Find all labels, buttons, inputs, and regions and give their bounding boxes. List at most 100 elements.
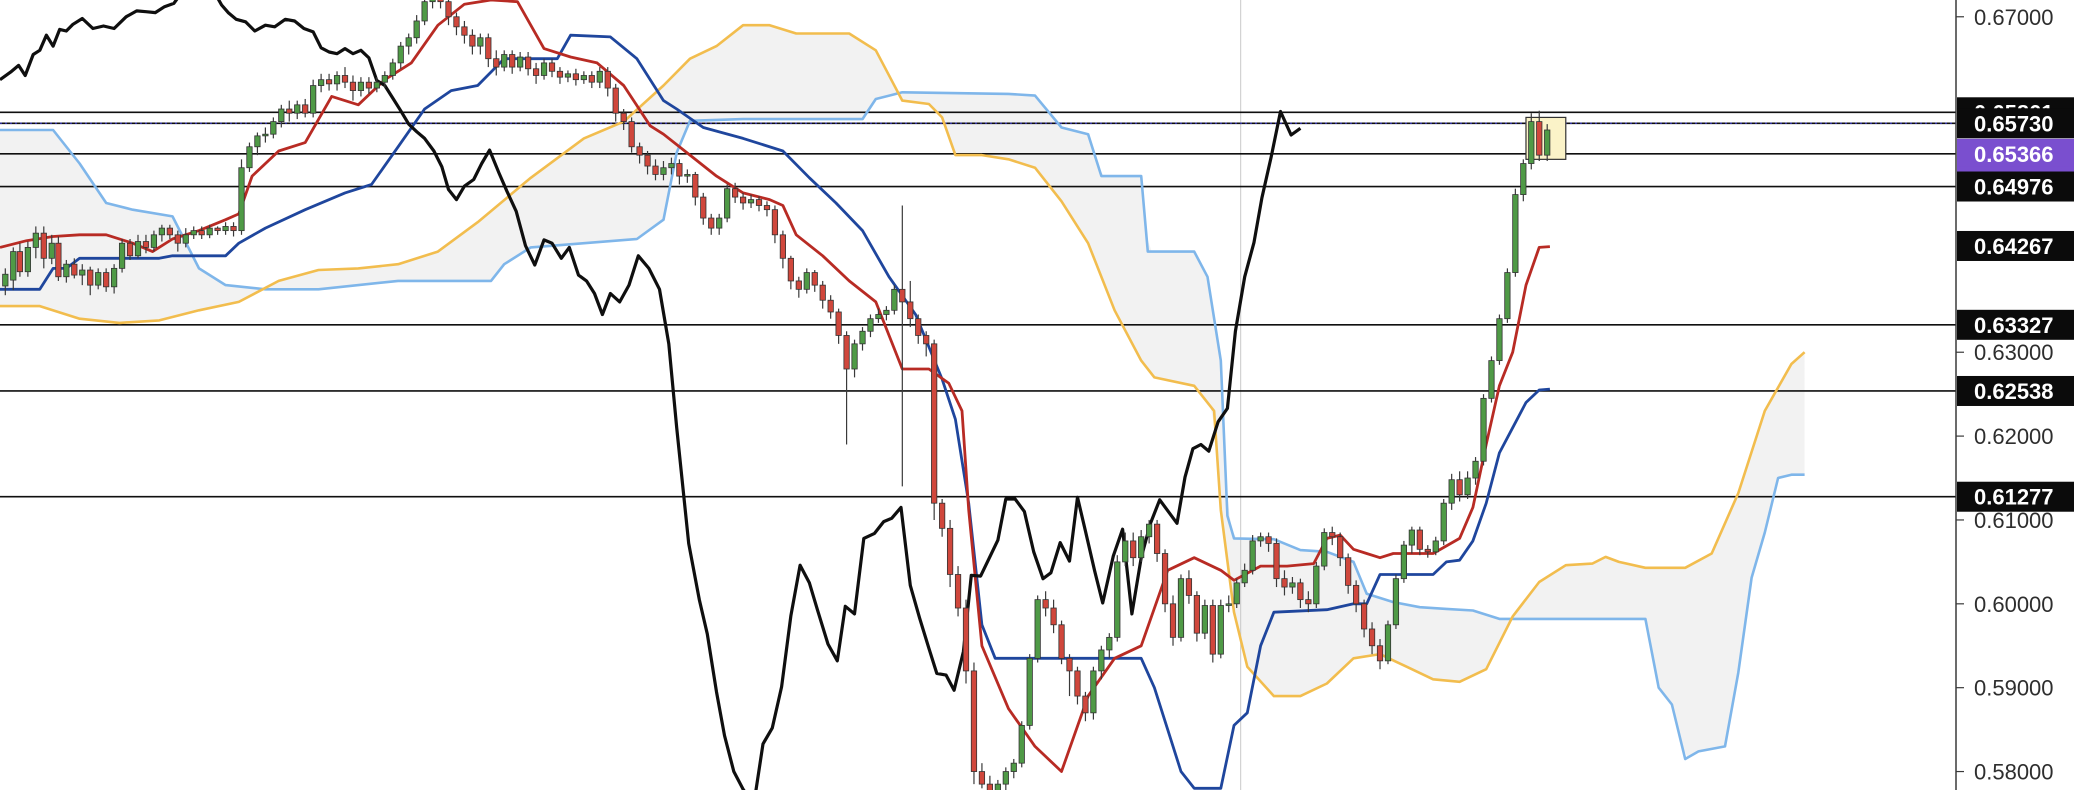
candle-body [994,783,1001,793]
candle-body [40,232,47,259]
candle-bullish [246,142,253,172]
candle-body [429,0,436,3]
candle-bullish [1504,268,1511,323]
candle-body [87,269,94,286]
candle-body [1090,670,1097,714]
candle-body [636,146,643,156]
candle-bullish [1249,535,1256,575]
candle-body [71,263,78,276]
ichimoku-chart[interactable]: 0.67000 0.63000 0.62000 0.61000 0.60000 0.590… [0,0,2074,795]
candle-body [1400,544,1407,580]
candle-body [134,241,142,257]
price-badge-label: 0.63327 [1974,313,2054,338]
candle-body [214,227,221,232]
candle-body [126,242,134,257]
candle-bullish [238,159,245,235]
candle-body [660,167,667,175]
candle-body [413,20,420,39]
candle-body [716,217,723,229]
candle-body [1153,523,1161,554]
candle-body [501,54,508,68]
price-tick-label: 0.59000 [1974,676,2054,701]
candle-body [1392,578,1400,626]
candle-body [668,163,675,169]
candle-body [556,70,564,78]
candle-bullish [1321,528,1328,571]
price-badge-label: 0.64267 [1974,234,2054,259]
candle-bearish [962,599,970,684]
candle-body [111,267,118,288]
candle-body [1321,532,1328,567]
candle-body [1082,695,1089,714]
price-tick-label: 0.63000 [1974,340,2054,365]
candle-body [461,26,468,36]
chart-canvas[interactable]: 0.670000.630000.620000.610000.600000.590… [0,0,2074,795]
candle-body [1146,523,1153,538]
candle-body [1161,553,1169,605]
candle-body [923,335,930,345]
candle-body [771,209,779,236]
candle-body [676,163,683,177]
candle-body [724,188,731,219]
candle-body [1185,578,1193,596]
candle-body [1257,536,1264,542]
candle-body [1480,397,1487,462]
candle-body [907,301,914,320]
candle-body [421,1,428,22]
candle-body [1353,584,1360,605]
candle-body [182,234,189,244]
candle-body [1138,536,1145,559]
candle-body [644,154,651,167]
candle-body [453,16,460,28]
candle-body [739,196,747,204]
candle-body [747,199,755,204]
candle-body [1265,536,1272,544]
candle-body [469,34,476,47]
candle-body [939,502,946,529]
candle-body [1193,595,1200,634]
candle-body [493,58,500,68]
candle-body [628,121,635,148]
price-badge-label: 0.65730 [1974,111,2054,136]
candle-body [1122,540,1129,563]
candle-body [1504,272,1511,320]
candle-bearish [970,662,978,785]
candle-bullish [1392,574,1400,629]
candle-body [803,272,810,290]
candle-body [357,81,365,91]
candle-body [612,87,619,114]
candle-body [1169,603,1177,638]
candle-body [254,135,261,148]
candle-body [365,81,372,89]
candle-body [1408,529,1415,546]
candle-body [1464,477,1471,496]
candle-body [437,0,444,3]
candle-body [1329,532,1336,538]
candle-body [548,62,556,72]
candle-body [1241,569,1248,584]
candle-bullish [118,239,126,273]
candle-body [1217,605,1224,655]
candle-body [445,1,452,18]
candle-body [875,314,882,320]
price-tick-label: 0.58000 [1974,760,2054,785]
candle-body [946,527,954,575]
candle-body [708,217,715,229]
candle-body [835,311,842,336]
candle-body [278,108,285,123]
candle-body [103,272,110,288]
candle-body [1305,599,1312,605]
candle-body [166,227,173,236]
candle-body [1010,762,1017,772]
candle-body [819,284,826,301]
candle-body [10,251,17,281]
candle-body [24,246,31,273]
candle-bullish [1034,595,1041,663]
candle-body [32,232,39,248]
candle-body [349,81,357,91]
candle-body [1026,657,1033,726]
candle-body [1106,636,1113,651]
candle-body [222,226,229,232]
candle-body [63,263,70,278]
price-tick-label: 0.67000 [1974,5,2054,30]
